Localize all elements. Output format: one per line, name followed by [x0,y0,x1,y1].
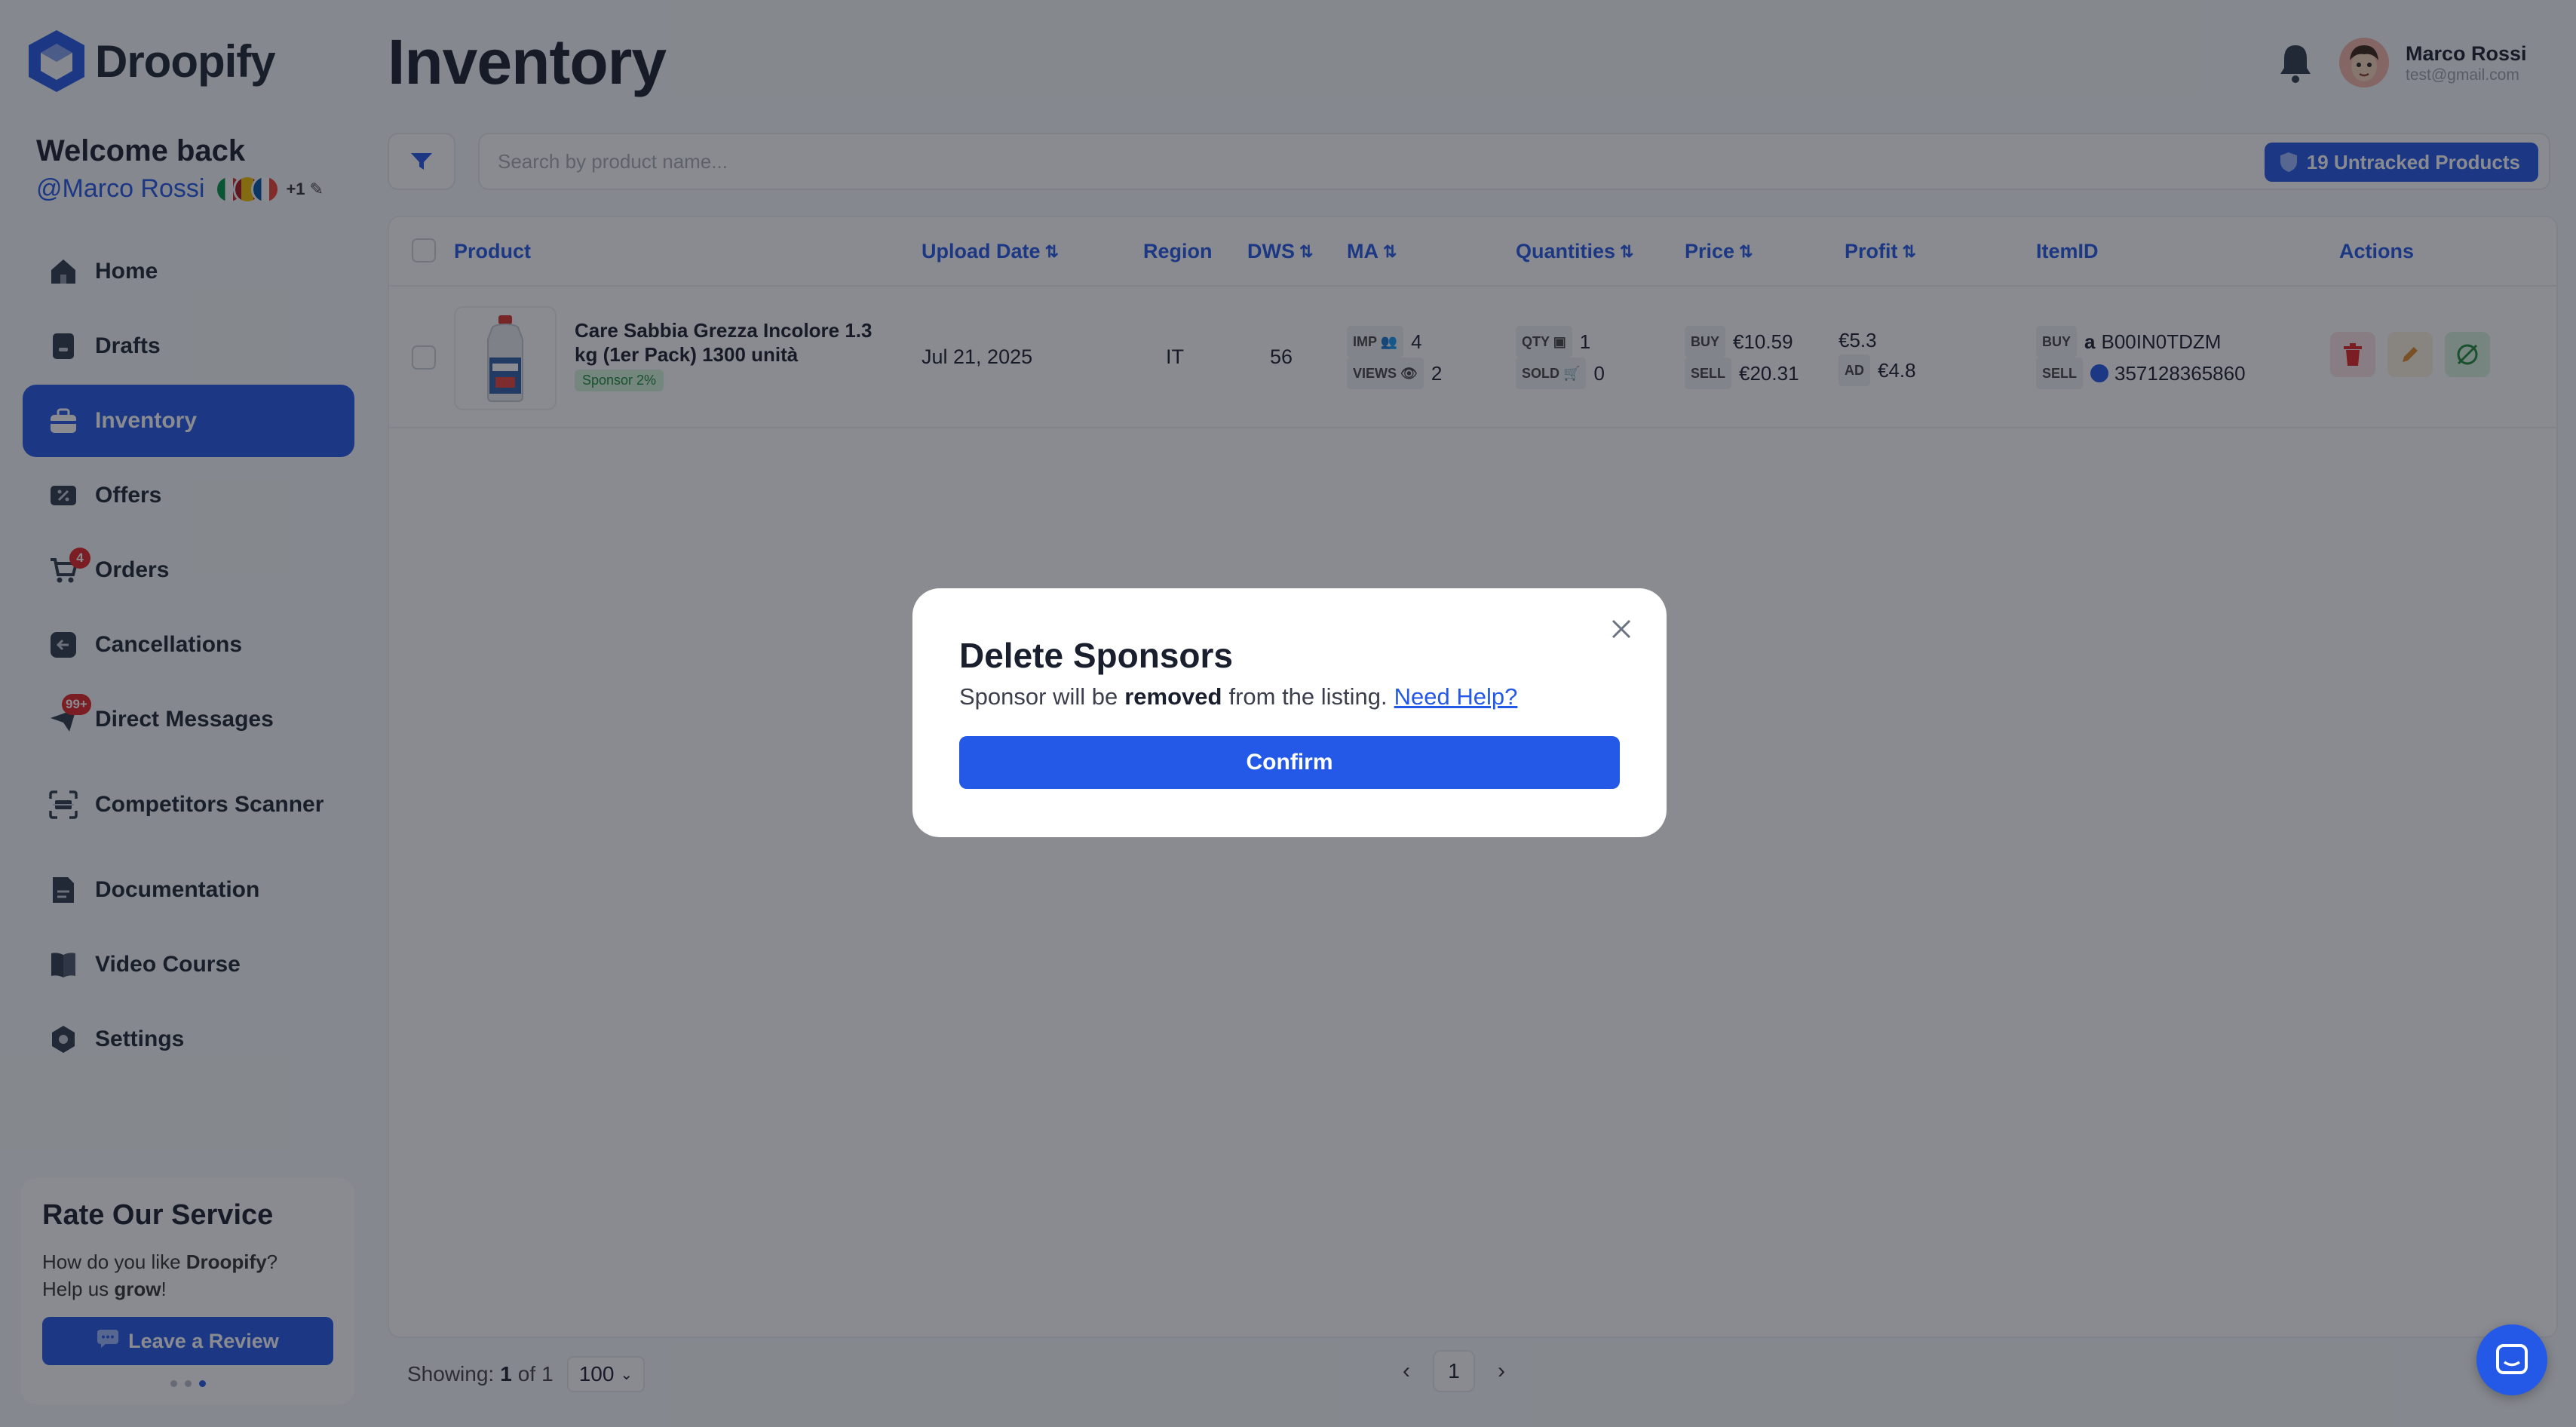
confirm-button[interactable]: Confirm [959,736,1620,789]
chat-icon [2496,1344,2528,1374]
close-icon [1612,619,1631,639]
need-help-link[interactable]: Need Help? [1394,683,1518,710]
dialog-message: Sponsor will be removed from the listing… [959,683,1518,710]
support-chat-button[interactable] [2476,1324,2547,1395]
dialog-title: Delete Sponsors [959,636,1233,675]
close-button[interactable] [1602,609,1641,649]
delete-sponsors-dialog: Delete Sponsors Sponsor will be removed … [912,588,1667,837]
